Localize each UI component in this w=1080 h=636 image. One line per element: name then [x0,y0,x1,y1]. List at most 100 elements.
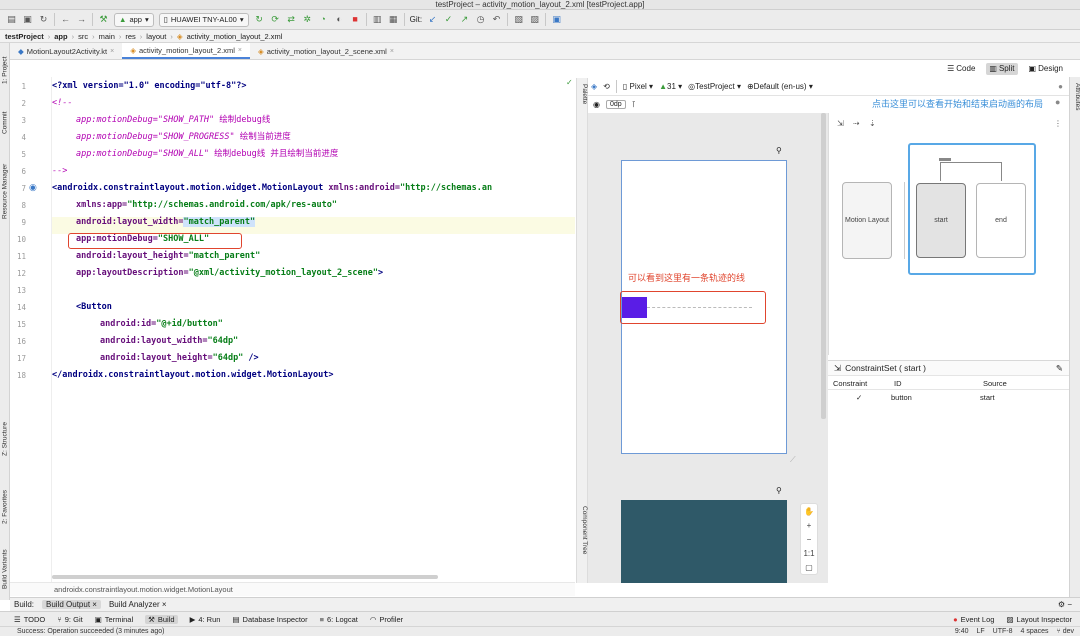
tool-commit[interactable]: Commit [0,105,10,141]
design-gutter-icon[interactable]: ◉ [29,182,37,193]
tool-attributes[interactable]: Attributes [1071,83,1080,133]
default-margin-field[interactable]: 0dp [605,100,626,109]
device-select[interactable]: ▯ HUAWEI TNY-AL00 ▾ [158,12,249,27]
close-icon[interactable]: × [390,48,394,55]
end-state[interactable]: end [976,183,1026,258]
tab-build-analyzer[interactable]: Build Analyzer × [109,600,167,609]
edit-icon[interactable]: ✎ [1056,363,1063,374]
settings-gear-icon[interactable]: ⚙ − [1058,600,1072,609]
apply-code-changes-icon[interactable]: ⇄ [286,14,297,25]
git-push-icon[interactable]: ↗ [459,14,470,25]
resize-handle-icon[interactable]: ⟋ [790,455,796,465]
orientation-icon[interactable]: ⟲ [603,82,610,91]
tab-activity-motion-layout-2-scene[interactable]: ◈ activity_motion_layout_2_scene.xml × [250,43,402,59]
save-icon[interactable]: ▣ [22,14,33,25]
run-icon[interactable]: ↻ [254,14,265,25]
locale-select[interactable]: ⊕Default (en-us) ▾ [747,82,813,91]
line-separator[interactable]: LF [977,627,985,636]
tool-terminal[interactable]: ▣ Terminal [95,615,133,624]
tool-logcat[interactable]: ≡ 6: Logcat [320,615,358,624]
pin-icon[interactable]: ⚲ [776,146,782,155]
overflow-icon[interactable]: ⋮ [1054,119,1062,128]
breadcrumb-src[interactable]: src [78,32,88,41]
tool-favorites[interactable]: 2: Favorites [0,483,10,531]
zoom-actual-button[interactable]: 1:1 [803,549,814,558]
help-icon[interactable]: ● [1055,97,1060,107]
motion-layout-state[interactable]: Motion Layout [842,182,892,259]
project-structure-icon[interactable]: ▧ [513,14,524,25]
close-icon[interactable]: × [162,600,167,609]
code-view-button[interactable]: ☰ Code [944,63,978,75]
api-select[interactable]: ▲31 ▾ [659,82,682,91]
tool-palette[interactable]: Palette [578,84,588,120]
eye-icon[interactable]: ◉ [593,100,600,109]
sdk-manager-icon[interactable]: ▥ [372,14,383,25]
tool-structure[interactable]: Z: Structure [0,415,10,463]
breadcrumb-file[interactable]: activity_motion_layout_2.xml [187,32,283,41]
tool-build-variants[interactable]: Build Variants [0,543,10,595]
design-view-button[interactable]: ▣ Design [1026,63,1066,75]
pin-icon[interactable]: ⚲ [776,486,782,495]
image-icon[interactable]: ▣ [551,14,562,25]
tool-run[interactable]: ▶ 4: Run [190,615,221,624]
create-constraint-set-icon[interactable]: ⇲ [837,119,844,128]
build-hammer-icon[interactable]: ⚒ [98,14,109,25]
table-row[interactable]: ✓ button start [828,391,1069,404]
device-select[interactable]: ▯ Pixel ▾ [623,82,653,91]
git-commit-icon[interactable]: ✓ [443,14,454,25]
indent-setting[interactable]: 4 spaces [1021,627,1049,636]
git-rollback-icon[interactable]: ↶ [491,14,502,25]
tool-git[interactable]: ⑂ 9: Git [57,615,82,624]
layers-icon[interactable]: ◈ [591,82,597,91]
tab-build-output[interactable]: Build Output × [42,600,101,609]
attach-debugger-icon[interactable]: ◐ [334,14,345,25]
breadcrumb-res[interactable]: res [125,32,135,41]
breadcrumb-project[interactable]: testProject [5,32,44,41]
forward-icon[interactable]: → [76,14,87,25]
git-history-icon[interactable]: ◷ [475,14,486,25]
file-encoding[interactable]: UTF-8 [993,627,1013,636]
apply-changes-icon[interactable]: ⟳ [270,14,281,25]
sync-icon[interactable]: ↻ [38,14,49,25]
zoom-out-button[interactable]: − [807,535,812,544]
breadcrumb-app[interactable]: app [54,32,67,41]
open-folder-icon[interactable]: ▤ [6,14,17,25]
stop-icon[interactable]: ■ [350,14,361,25]
avd-manager-icon[interactable]: ▦ [388,14,399,25]
debug-icon[interactable]: ✲ [302,14,313,25]
cursor-position[interactable]: 9:40 [955,627,969,636]
create-click-handler-icon[interactable]: ⇣ [869,119,876,128]
tool-todo[interactable]: ☰ TODO [14,615,45,624]
tool-component-tree[interactable]: Component Tree [578,506,588,576]
tool-database-inspector[interactable]: ▤ Database Inspector [232,615,307,624]
pan-icon[interactable]: ✋ [804,507,814,516]
close-icon[interactable]: × [92,600,97,609]
theme-select[interactable]: ◎TestProject ▾ [688,82,741,91]
tool-layout-inspector[interactable]: ▨ Layout Inspector [1006,615,1072,624]
tool-build[interactable]: ⚒ Build [145,614,178,624]
tab-motion-layout-activity[interactable]: ◆ MotionLayout2Activity.kt × [10,43,122,59]
git-update-icon[interactable]: ↙ [427,14,438,25]
layout-inspector-icon[interactable]: ▨ [529,14,540,25]
start-state[interactable]: start [916,183,966,258]
baseline-icon[interactable]: ⊺ [632,100,636,109]
profile-icon[interactable]: ◔ [318,14,329,25]
canvas-vertical-scrollbar[interactable] [821,113,826,419]
editor-horizontal-scrollbar[interactable] [52,575,438,579]
blueprint-preview[interactable] [621,500,787,583]
back-icon[interactable]: ← [60,14,71,25]
git-branch[interactable]: ⑂ dev [1057,627,1074,636]
zoom-fit-icon[interactable]: ▢ [805,563,813,572]
close-icon[interactable]: × [238,47,242,54]
tool-resource-manager[interactable]: Resource Manager [0,155,10,227]
close-icon[interactable]: × [110,48,114,55]
tool-event-log[interactable]: ● Event Log [953,615,994,624]
zoom-in-button[interactable]: + [807,521,812,530]
create-transition-icon[interactable]: ⇢ [853,119,860,128]
breadcrumb-layout[interactable]: layout [146,32,166,41]
warning-icon[interactable]: ● [1058,82,1063,91]
breadcrumb-main[interactable]: main [99,32,115,41]
tool-project[interactable]: 1: Project [0,47,10,93]
split-view-button[interactable]: ▥ Split [986,62,1018,75]
tool-profiler[interactable]: ◠ Profiler [370,615,403,624]
